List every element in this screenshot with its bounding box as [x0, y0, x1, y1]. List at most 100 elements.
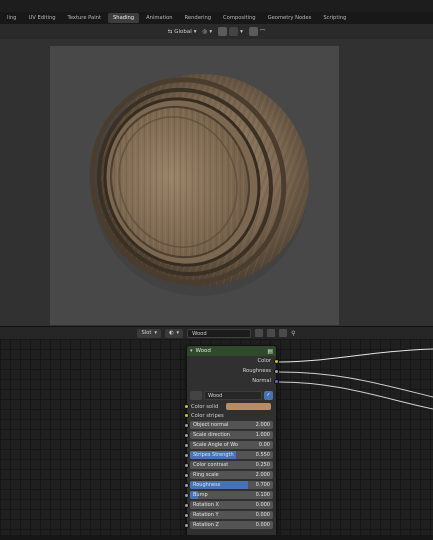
value-slider[interactable]: Rotation Y 0.000 — [190, 511, 273, 519]
output-socket[interactable] — [274, 358, 279, 364]
node-group-selector: Wood ✓ — [190, 390, 273, 400]
node-header[interactable]: ▾ Wood ▤ — [187, 346, 276, 356]
value-slider[interactable]: Roughness 0.700 — [190, 481, 273, 489]
node-value-input: Bump 0.100 — [184, 490, 273, 500]
wood-node-group[interactable]: ▾ Wood ▤ Color Roughness Normal Wood ✓ Col… — [184, 345, 279, 540]
input-label: Color stripes — [191, 412, 224, 419]
value-slider[interactable]: Rotation X 0.000 — [190, 501, 273, 509]
slider-label: Ring scale — [193, 472, 219, 478]
node-color-input: Color stripes — [184, 411, 276, 420]
proportional-edit-toggle[interactable]: ⌒ — [248, 27, 266, 36]
color-swatch[interactable] — [226, 403, 271, 410]
output-socket[interactable] — [274, 378, 279, 384]
node-title: Wood — [195, 348, 211, 354]
slider-label: Bump — [193, 492, 208, 498]
3d-viewport[interactable] — [0, 39, 433, 326]
node-output-row: Color — [187, 356, 279, 366]
material-sphere-icon: ◐ — [169, 329, 174, 336]
node-value-input: Object normal 2.000 — [184, 420, 273, 430]
chevron-down-icon: ▾ — [176, 329, 180, 336]
node-value-input: Rotation Y 0.000 — [184, 510, 273, 520]
workspace-tab[interactable]: Rendering — [180, 13, 217, 23]
orientation-icon: ⇆ — [167, 28, 173, 35]
node-value-input: Scale direction 1.000 — [184, 430, 273, 440]
node-value-input: Stripes Strength 0.550 — [184, 450, 273, 460]
pivot-dropdown[interactable]: ◎ ▾ — [203, 29, 213, 35]
slider-value: 2.000 — [255, 472, 270, 478]
value-slider[interactable]: Ring scale 2.000 — [190, 471, 273, 479]
input-socket[interactable] — [184, 442, 189, 448]
node-group-browse-icon[interactable] — [190, 390, 202, 400]
viewport-header: ⇆ Global ▾ ◎ ▾ ▾ ⌒ — [0, 24, 433, 39]
node-value-input: Scale Angle of Wo 0.00 — [184, 440, 273, 450]
input-label: Color solid — [191, 403, 219, 410]
slider-label: Object normal — [193, 422, 229, 428]
value-slider[interactable]: Color contrast 0.250 — [190, 461, 273, 469]
material-name-field[interactable]: Wood — [187, 328, 252, 338]
input-socket[interactable] — [184, 522, 189, 528]
slider-value: 1.000 — [255, 432, 270, 438]
node-editor-canvas[interactable]: ▾ Wood ▤ Color Roughness Normal Wood ✓ Col… — [0, 339, 433, 540]
node-output-row: Roughness — [187, 366, 279, 376]
input-socket[interactable] — [184, 472, 189, 478]
material-preview-render — [50, 46, 339, 325]
workspace-tab-bar: ling UV Editing Texture Paint Shading Animat… — [0, 12, 433, 24]
input-socket[interactable] — [184, 502, 189, 508]
workspace-tab[interactable]: Animation — [141, 13, 177, 23]
workspace-tab[interactable]: Shading — [108, 13, 140, 23]
snap-icon — [218, 27, 228, 36]
unlink-material-icon[interactable] — [279, 329, 288, 337]
slider-label: Color contrast — [193, 462, 229, 468]
material-browse-button[interactable]: ◐ ▾ — [165, 328, 184, 338]
pin-icon[interactable]: ⚲ — [291, 330, 295, 337]
collapse-chevron-icon[interactable]: ▾ — [190, 348, 193, 354]
value-slider[interactable]: Scale direction 1.000 — [190, 431, 273, 439]
node-value-input: Rotation X 0.000 — [184, 500, 273, 510]
input-socket[interactable] — [184, 462, 189, 468]
node-color-input: Color solid — [184, 402, 276, 411]
slider-label: Scale Angle of Wo — [193, 442, 238, 448]
input-socket[interactable] — [184, 404, 189, 409]
node-group-icon[interactable]: ▤ — [267, 348, 273, 355]
slider-label: Rotation Z — [193, 522, 219, 528]
workspace-tab[interactable]: ling — [2, 13, 21, 23]
node-editor-header: Slot ▾ ◐ ▾ Wood ⚲ — [0, 326, 433, 339]
input-socket[interactable] — [184, 432, 189, 438]
value-slider[interactable]: Object normal 2.000 — [190, 421, 273, 429]
node-value-input: Ring scale 2.000 — [184, 470, 273, 480]
workspace-tab[interactable]: Geometry Nodes — [263, 13, 317, 23]
slider-value: 0.250 — [255, 462, 270, 468]
output-label: Normal — [252, 378, 271, 384]
snap-toggle[interactable]: ▾ — [218, 27, 243, 36]
input-socket[interactable] — [184, 413, 189, 418]
slider-value: 2.000 — [255, 422, 270, 428]
fake-user-shield-icon[interactable]: ✓ — [264, 390, 273, 400]
output-label: Color — [257, 358, 271, 364]
chevron-down-icon: ▾ — [209, 28, 213, 35]
value-slider[interactable]: Rotation Z 0.000 — [190, 521, 273, 529]
chevron-down-icon: ▾ — [240, 28, 243, 35]
workspace-tab[interactable]: Texture Paint — [63, 13, 106, 23]
output-socket[interactable] — [274, 368, 279, 374]
input-socket[interactable] — [184, 492, 189, 498]
slot-label: Slot — [141, 329, 152, 336]
input-socket[interactable] — [184, 452, 189, 458]
input-socket[interactable] — [184, 482, 189, 488]
workspace-tab[interactable]: Compositing — [218, 13, 261, 23]
workspace-tab[interactable]: UV Editing — [23, 13, 60, 23]
value-slider[interactable]: Bump 0.100 — [190, 491, 273, 499]
node-value-input: Rotation Z 0.000 — [184, 520, 273, 530]
falloff-icon: ⌒ — [259, 29, 266, 36]
value-slider[interactable]: Scale Angle of Wo 0.00 — [190, 441, 273, 449]
input-socket[interactable] — [184, 512, 189, 518]
duplicate-material-icon[interactable] — [267, 329, 276, 337]
slot-dropdown[interactable]: Slot ▾ — [137, 328, 161, 338]
slider-value: 0.550 — [255, 452, 270, 458]
transform-orientation-dropdown[interactable]: ⇆ Global ▾ — [168, 29, 197, 35]
input-socket[interactable] — [184, 422, 189, 428]
node-value-input: Color contrast 0.250 — [184, 460, 273, 470]
workspace-tab[interactable]: Scripting — [318, 13, 351, 23]
value-slider[interactable]: Stripes Strength 0.550 — [190, 451, 273, 459]
node-group-name-field[interactable]: Wood — [204, 390, 262, 400]
fake-user-icon[interactable] — [255, 329, 264, 337]
